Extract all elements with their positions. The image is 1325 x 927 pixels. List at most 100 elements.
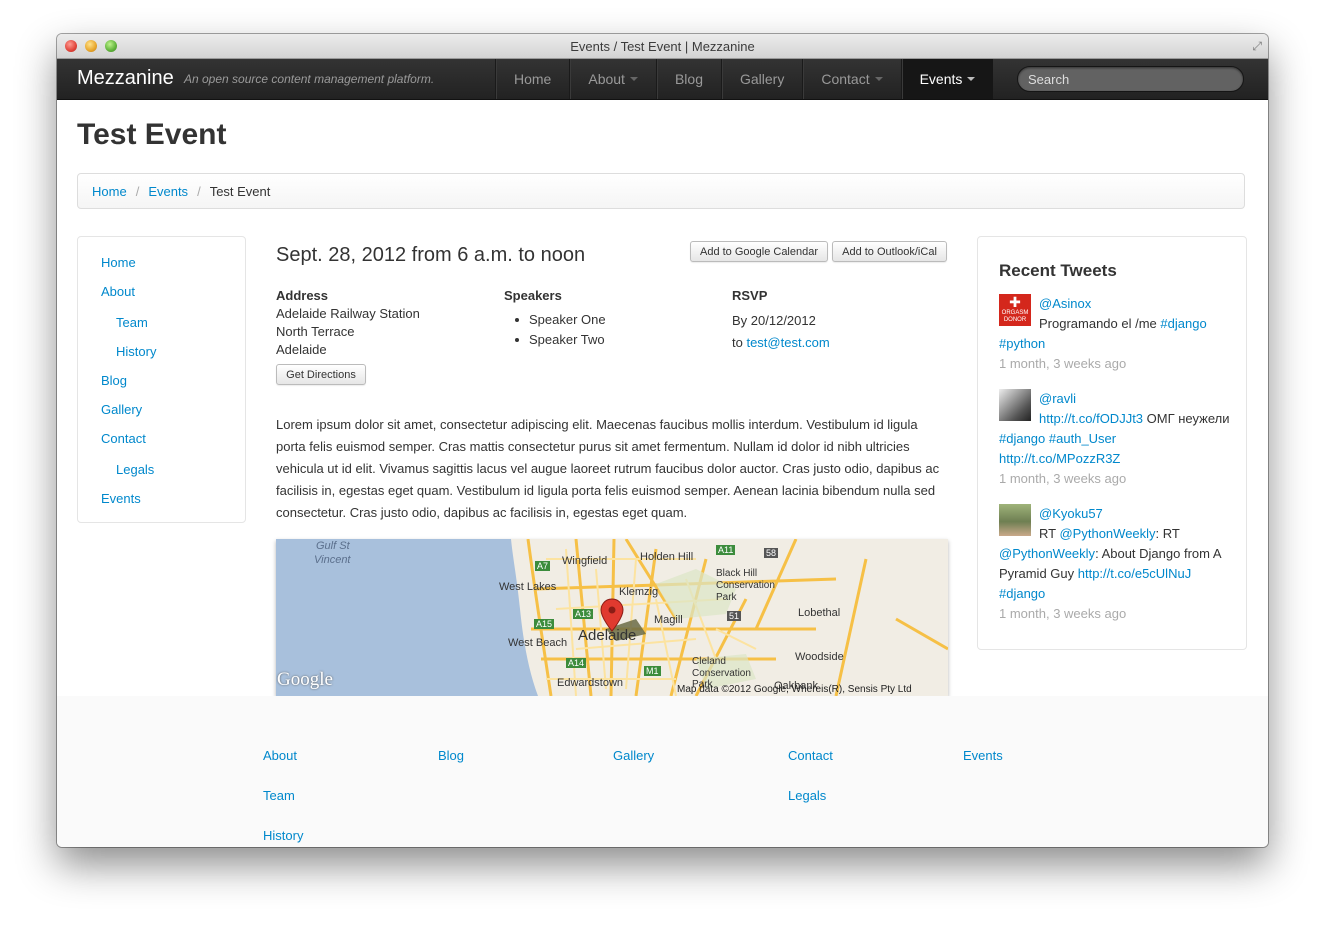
recent-tweets-heading: Recent Tweets: [999, 261, 1117, 280]
sidebar-item-contact[interactable]: Contact: [101, 431, 146, 446]
hashtag-link[interactable]: #django: [1160, 316, 1206, 331]
breadcrumb-separator: /: [135, 184, 140, 199]
sidebar-item-team[interactable]: Team: [116, 315, 148, 330]
nav-item-about[interactable]: About: [569, 59, 656, 99]
caret-down-icon: [629, 77, 638, 81]
sidebar-item-events[interactable]: Events: [101, 491, 141, 506]
road-shield: 51: [727, 611, 742, 621]
event-map[interactable]: Gulf St Vincent Holden Hill Wingfield We…: [276, 539, 948, 696]
road-shield: A11: [716, 545, 736, 555]
tweet-handle[interactable]: @Asinox: [1039, 296, 1091, 311]
breadcrumb-events-link[interactable]: Events: [148, 184, 188, 199]
map-label: Magill: [654, 614, 683, 626]
map-label: Gulf St: [316, 540, 350, 552]
footer: About Team History Blog Gallery Contact …: [57, 696, 1268, 847]
nav-item-label: About: [588, 71, 625, 87]
get-directions-button[interactable]: Get Directions: [276, 364, 366, 385]
sidebar-item-history[interactable]: History: [116, 344, 156, 359]
nav-item-gallery[interactable]: Gallery: [720, 59, 802, 99]
event-description: Lorem ipsum dolor sit amet, consectetur …: [276, 417, 940, 520]
nav-item-label: Events: [919, 71, 963, 87]
nav-item-label: Home: [514, 71, 552, 87]
road-shield: A7: [535, 561, 551, 571]
tweet-handle[interactable]: @Kyoku57: [1039, 506, 1103, 521]
sidebar-item-legals[interactable]: Legals: [116, 462, 154, 477]
sidebar-item-home[interactable]: Home: [101, 255, 136, 270]
hashtag-link[interactable]: #django: [999, 586, 1045, 601]
map-label: Vincent: [314, 554, 351, 566]
sidebar-nav: Home About Team History Blog Gallery Con…: [77, 236, 246, 523]
tweet-link[interactable]: http://t.co/fODJJt3: [1039, 411, 1143, 426]
mention-link[interactable]: @PythonWeekly: [1059, 526, 1155, 541]
map-label: Park: [716, 592, 737, 603]
caret-down-icon: [874, 77, 883, 81]
breadcrumb-home-link[interactable]: Home: [92, 184, 127, 199]
map-pin-dot: [608, 606, 616, 614]
footer-link-history[interactable]: History: [263, 828, 303, 843]
main-nav: Home About Blog Gallery Contact Events: [495, 59, 994, 99]
map-label: Cleland: [692, 656, 726, 667]
site-tagline: An open source content management platfo…: [184, 72, 435, 86]
map-label: Wingfield: [562, 555, 608, 567]
footer-link-legals[interactable]: Legals: [788, 788, 826, 803]
page-title: Test Event: [77, 118, 227, 151]
fullscreen-icon[interactable]: ⤢: [1252, 39, 1262, 54]
address-heading: Address: [276, 288, 329, 303]
road-shield: A13: [573, 609, 594, 619]
map-label: Conservation: [716, 580, 775, 591]
map-label: Klemzig: [619, 586, 659, 598]
add-to-google-calendar-button[interactable]: Add to Google Calendar: [690, 241, 828, 262]
sidebar-item-gallery[interactable]: Gallery: [101, 402, 142, 417]
tweet-link[interactable]: http://t.co/e5cUlNuJ: [1078, 566, 1191, 581]
mention-link[interactable]: @PythonWeekly: [999, 546, 1095, 561]
tweet-link[interactable]: http://t.co/MPozzR3Z: [999, 451, 1120, 466]
search-input[interactable]: [1017, 66, 1244, 92]
footer-link-about[interactable]: About: [263, 748, 297, 763]
add-to-ical-button[interactable]: Add to Outlook/iCal: [832, 241, 947, 262]
nav-item-home[interactable]: Home: [495, 59, 569, 99]
hashtag-link[interactable]: #auth_User: [1049, 431, 1116, 446]
footer-link-team[interactable]: Team: [263, 788, 295, 803]
footer-link-gallery[interactable]: Gallery: [613, 748, 654, 763]
cross-icon: ✚: [1009, 294, 1021, 310]
nav-item-blog[interactable]: Blog: [655, 59, 721, 99]
sidebar-item-blog[interactable]: Blog: [101, 373, 127, 388]
tweet-time: 1 month, 3 weeks ago: [999, 471, 1127, 486]
brand-logo[interactable]: Mezzanine: [77, 67, 174, 90]
road-shield: M1: [644, 666, 661, 676]
tweet-text: http://t.co/fODJJt3 ОМГ неужели #django …: [999, 409, 1234, 489]
nav-item-contact[interactable]: Contact: [802, 59, 900, 99]
nav-item-label: Gallery: [739, 71, 785, 87]
speaker-item: Speaker One: [529, 312, 606, 327]
map-label: Black Hill: [716, 568, 758, 579]
sidebar-item-about[interactable]: About: [101, 284, 135, 299]
rsvp-email-link[interactable]: test@test.com: [746, 335, 829, 350]
nav-item-label: Contact: [821, 71, 870, 87]
hashtag-link[interactable]: #python: [999, 336, 1045, 351]
rsvp-heading: RSVP: [732, 288, 768, 303]
nav-item-events[interactable]: Events: [900, 59, 994, 99]
nav-item-label: Blog: [674, 71, 703, 87]
hashtag-link[interactable]: #django: [999, 431, 1045, 446]
event-date: Sept. 28, 2012 from 6 a.m. to noon: [276, 244, 586, 266]
footer-link-contact[interactable]: Contact: [788, 748, 833, 763]
breadcrumb: Home / Events / Test Event: [77, 173, 1245, 209]
rsvp-contact: to test@test.com: [732, 335, 830, 350]
rsvp-deadline: By 20/12/2012: [732, 313, 816, 328]
tweet-handle[interactable]: @ravli: [1039, 391, 1076, 406]
road-shield: A14: [566, 658, 587, 668]
tweet-text: RT @PythonWeekly: RT @PythonWeekly: Abou…: [999, 524, 1234, 624]
tweet-time: 1 month, 3 weeks ago: [999, 356, 1127, 371]
tweet-text: Programando el /me #django #python 1 mont…: [999, 314, 1234, 374]
map-label: Holden Hill: [640, 551, 694, 563]
footer-link-events[interactable]: Events: [963, 748, 1003, 763]
tweet-body: ОМГ неужели: [1143, 411, 1230, 426]
google-logo[interactable]: Google: [277, 669, 333, 691]
top-navbar: Mezzanine An open source content managem…: [57, 59, 1268, 100]
tweet-body: Programando el /me: [1039, 316, 1161, 331]
recent-tweets-panel: Recent Tweets ✚ ORGASM DONOR @Asinox Prog…: [977, 236, 1247, 650]
browser-window: Events / Test Event | Mezzanine ⤢ Mezzan…: [57, 34, 1268, 847]
tweet-time: 1 month, 3 weeks ago: [999, 606, 1127, 621]
address-line: Adelaide Railway Station: [276, 306, 420, 321]
footer-link-blog[interactable]: Blog: [438, 748, 464, 763]
